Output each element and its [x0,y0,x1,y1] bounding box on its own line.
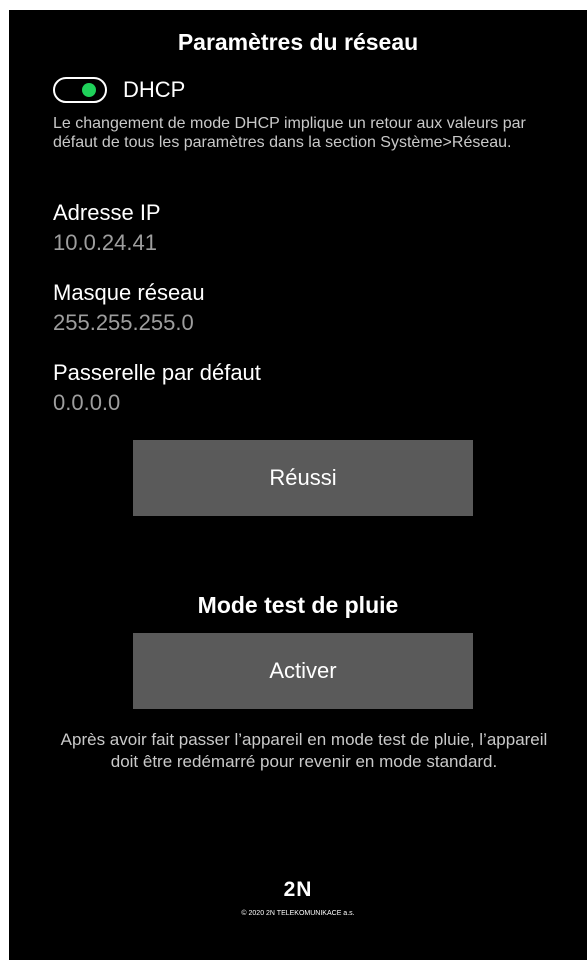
dhcp-note: Le changement de mode DHCP implique un r… [53,115,526,151]
gateway-value: 0.0.0.0 [53,390,121,415]
rain-test-note: Après avoir fait passer l’appareil en mo… [60,730,548,771]
ip-address-label: Adresse IP [53,200,161,225]
dhcp-toggle[interactable] [53,77,107,103]
rain-test-title: Mode test de pluie [197,592,399,618]
success-button[interactable]: Réussi [133,440,473,516]
subnet-mask-value: 255.255.255.0 [53,310,194,335]
gateway-label: Passerelle par défaut [53,360,261,385]
brand-logo: 2N [283,878,313,901]
subnet-mask-label: Masque réseau [53,280,205,305]
dhcp-label: DHCP [123,77,186,102]
copyright-text: © 2020 2N TELEKOMUNIKACE a.s. [241,910,355,917]
toggle-on-icon [82,83,96,97]
ip-address-value: 10.0.24.41 [53,230,157,255]
page-title: Paramètres du réseau [177,29,419,55]
network-settings-screen: Paramètres du réseau DHCP Le changement … [9,10,587,960]
activate-button[interactable]: Activer [133,633,473,709]
dhcp-row: DHCP [53,76,185,104]
